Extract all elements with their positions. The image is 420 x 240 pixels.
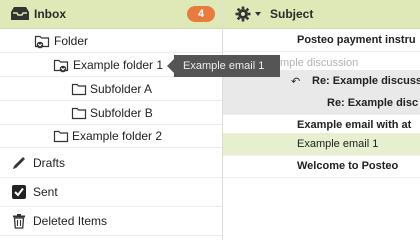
message-subject: Posteo payment instru [297,34,416,46]
drag-tooltip: Example email 1 [167,55,280,77]
message-list-header: Subject [223,0,420,29]
message-row[interactable]: Re: Example disc [223,92,420,115]
inbox-label: Inbox [34,7,66,21]
mailbox-drafts[interactable]: Drafts [0,148,222,178]
message-subject: Re: Example discuss [312,75,420,87]
mailbox-sent[interactable]: Sent [0,177,222,207]
unread-count-badge: 4 [187,6,215,22]
trash-icon [11,213,27,232]
mailbox-label: Deleted Items [33,214,108,228]
message-subject: Example email 1 [297,138,379,150]
checkbox-icon [11,184,27,203]
message-row[interactable]: Welcome to Posteo [223,155,420,178]
folder-icon [53,128,71,147]
folder-label: Subfolder B [90,106,153,120]
folder-item-example-folder-2[interactable]: Example folder 2 [0,124,222,148]
gear-icon[interactable] [235,6,265,25]
message-list: Subject Posteo payment instru ↶ Example … [223,0,420,240]
message-subject: Example email with at [297,119,412,131]
inbox-icon [10,6,30,25]
folder-expanded-icon [53,57,71,76]
folder-inbox[interactable]: Inbox 4 [0,0,222,29]
folder-expanded-icon [34,33,52,52]
folder-label: Example folder 1 [73,58,164,72]
folder-item-folder[interactable]: Folder [0,29,222,53]
mailbox-label: Drafts [33,156,66,170]
message-subject: Welcome to Posteo [297,160,399,172]
subject-column-header[interactable]: Subject [270,7,313,21]
mailbox-label: Sent [33,185,58,199]
folder-label: Subfolder A [90,82,153,96]
message-row[interactable]: Posteo payment instru [223,29,420,52]
message-subject: Re: Example disc [327,97,419,109]
mailbox-deleted-items[interactable]: Deleted Items [0,206,222,236]
folder-pane: Inbox 4 Folder Example folder 1 Subfolde… [0,0,223,240]
pencil-icon [11,155,27,174]
message-row-selected[interactable]: Example email 1 [223,133,420,156]
folder-item-subfolder-a[interactable]: Subfolder A [0,77,222,101]
folder-label: Folder [54,34,89,48]
folder-icon [71,81,89,100]
folder-icon [71,105,89,124]
folder-label: Example folder 2 [72,129,163,143]
reply-icon: ↶ [291,76,301,88]
folder-item-subfolder-b[interactable]: Subfolder B [0,101,222,125]
